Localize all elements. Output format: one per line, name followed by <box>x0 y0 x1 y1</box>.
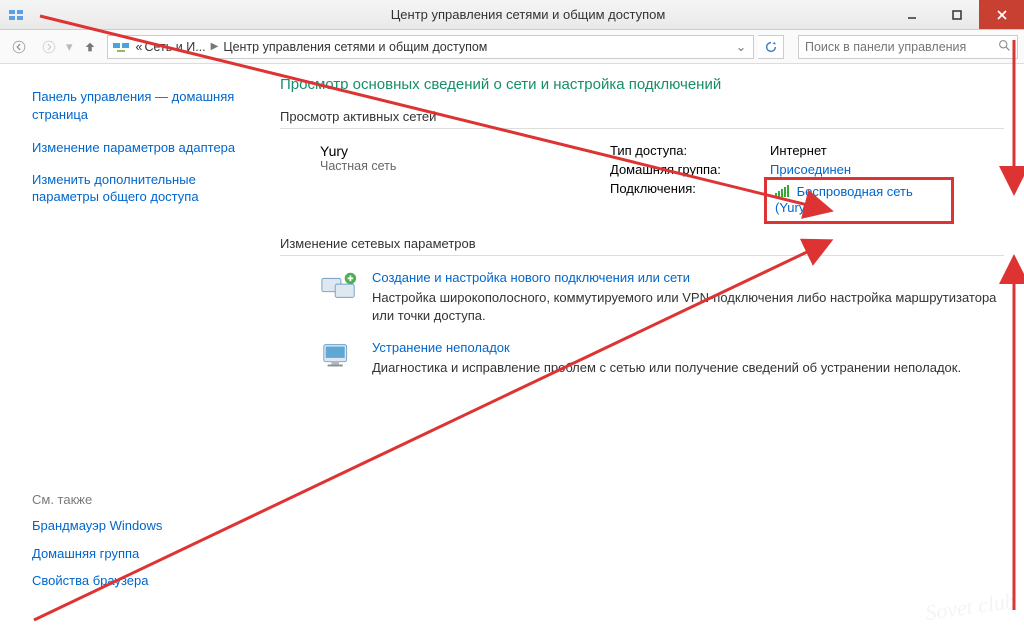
network-subtype: Частная сеть <box>320 159 580 173</box>
close-button[interactable] <box>979 0 1024 29</box>
task-new-connection-desc: Настройка широкополосного, коммутируемог… <box>372 289 1004 324</box>
task-new-connection[interactable]: Создание и настройка нового подключения … <box>320 270 1004 324</box>
search-icon <box>998 39 1011 55</box>
sidebar-link-advanced-sharing[interactable]: Изменить дополнительные параметры общего… <box>32 171 250 206</box>
minimize-button[interactable] <box>889 0 934 29</box>
breadcrumb[interactable]: « Сеть и И... ▶ Центр управления сетями … <box>107 35 754 59</box>
see-also-section: См. также Брандмауэр Windows Домашняя гр… <box>32 492 252 600</box>
forward-button[interactable] <box>36 34 62 60</box>
main-content: Просмотр основных сведений о сети и наст… <box>268 64 1024 626</box>
window-title: Центр управления сетями и общим доступом <box>32 7 1024 22</box>
body: Панель управления — домашняя страница Из… <box>0 64 1024 626</box>
page-heading: Просмотр основных сведений о сети и наст… <box>280 76 1004 93</box>
network-center-icon <box>112 38 130 56</box>
back-button[interactable] <box>6 34 32 60</box>
sidebar-link-adapter-settings[interactable]: Изменение параметров адаптера <box>32 139 250 157</box>
search-box[interactable] <box>798 35 1018 59</box>
see-also-homegroup[interactable]: Домашняя группа <box>32 545 252 563</box>
see-also-header: См. также <box>32 492 252 507</box>
task-troubleshoot-desc: Диагностика и исправление проблем с сеть… <box>372 359 961 377</box>
troubleshoot-icon <box>320 340 358 372</box>
divider <box>280 255 1004 256</box>
wireless-connection-link[interactable]: Беспроводная сеть(Yury) <box>775 184 913 215</box>
breadcrumb-root[interactable]: Сеть и И... <box>144 40 205 54</box>
new-connection-icon <box>320 270 358 302</box>
homegroup-value-link[interactable]: Присоединен <box>770 162 851 177</box>
breadcrumb-current: Центр управления сетями и общим доступом <box>223 40 487 54</box>
search-input[interactable] <box>805 40 998 54</box>
titlebar: Центр управления сетями и общим доступом <box>0 0 1024 30</box>
wifi-signal-icon <box>775 185 789 200</box>
task-troubleshoot-title[interactable]: Устранение неполадок <box>372 340 961 355</box>
active-network-block: Yury Частная сеть Тип доступа: Интернет … <box>320 143 1004 200</box>
connections-label: Подключения: <box>610 181 770 196</box>
maximize-button[interactable] <box>934 0 979 29</box>
chevron-right-icon: ▶ <box>211 41 219 52</box>
navbar: ▾ « Сеть и И... ▶ Центр управления сетям… <box>0 30 1024 64</box>
divider <box>280 128 1004 129</box>
breadcrumb-root-prefix: « <box>136 40 143 54</box>
access-type-label: Тип доступа: <box>610 143 770 158</box>
active-networks-title: Просмотр активных сетей <box>280 109 1004 124</box>
task-new-connection-title[interactable]: Создание и настройка нового подключения … <box>372 270 1004 285</box>
see-also-browser-properties[interactable]: Свойства браузера <box>32 572 252 590</box>
see-also-firewall[interactable]: Брандмауэр Windows <box>32 517 252 535</box>
task-troubleshoot[interactable]: Устранение неполадок Диагностика и испра… <box>320 340 1004 377</box>
window-controls <box>889 0 1024 29</box>
access-type-value: Интернет <box>770 143 827 158</box>
control-panel-home-link[interactable]: Панель управления — домашняя страница <box>32 88 250 123</box>
refresh-button[interactable] <box>758 35 784 59</box>
up-button[interactable] <box>79 36 101 58</box>
window-icon <box>8 7 24 23</box>
sidebar: Панель управления — домашняя страница Из… <box>0 64 268 626</box>
breadcrumb-dropdown[interactable]: ⌄ <box>733 39 749 54</box>
nav-history-dropdown[interactable]: ▾ <box>66 39 73 55</box>
change-params-title: Изменение сетевых параметров <box>280 236 1004 251</box>
homegroup-label: Домашняя группа: <box>610 162 770 177</box>
connection-highlight-box: Беспроводная сеть(Yury) <box>764 177 954 224</box>
network-name: Yury <box>320 143 580 159</box>
